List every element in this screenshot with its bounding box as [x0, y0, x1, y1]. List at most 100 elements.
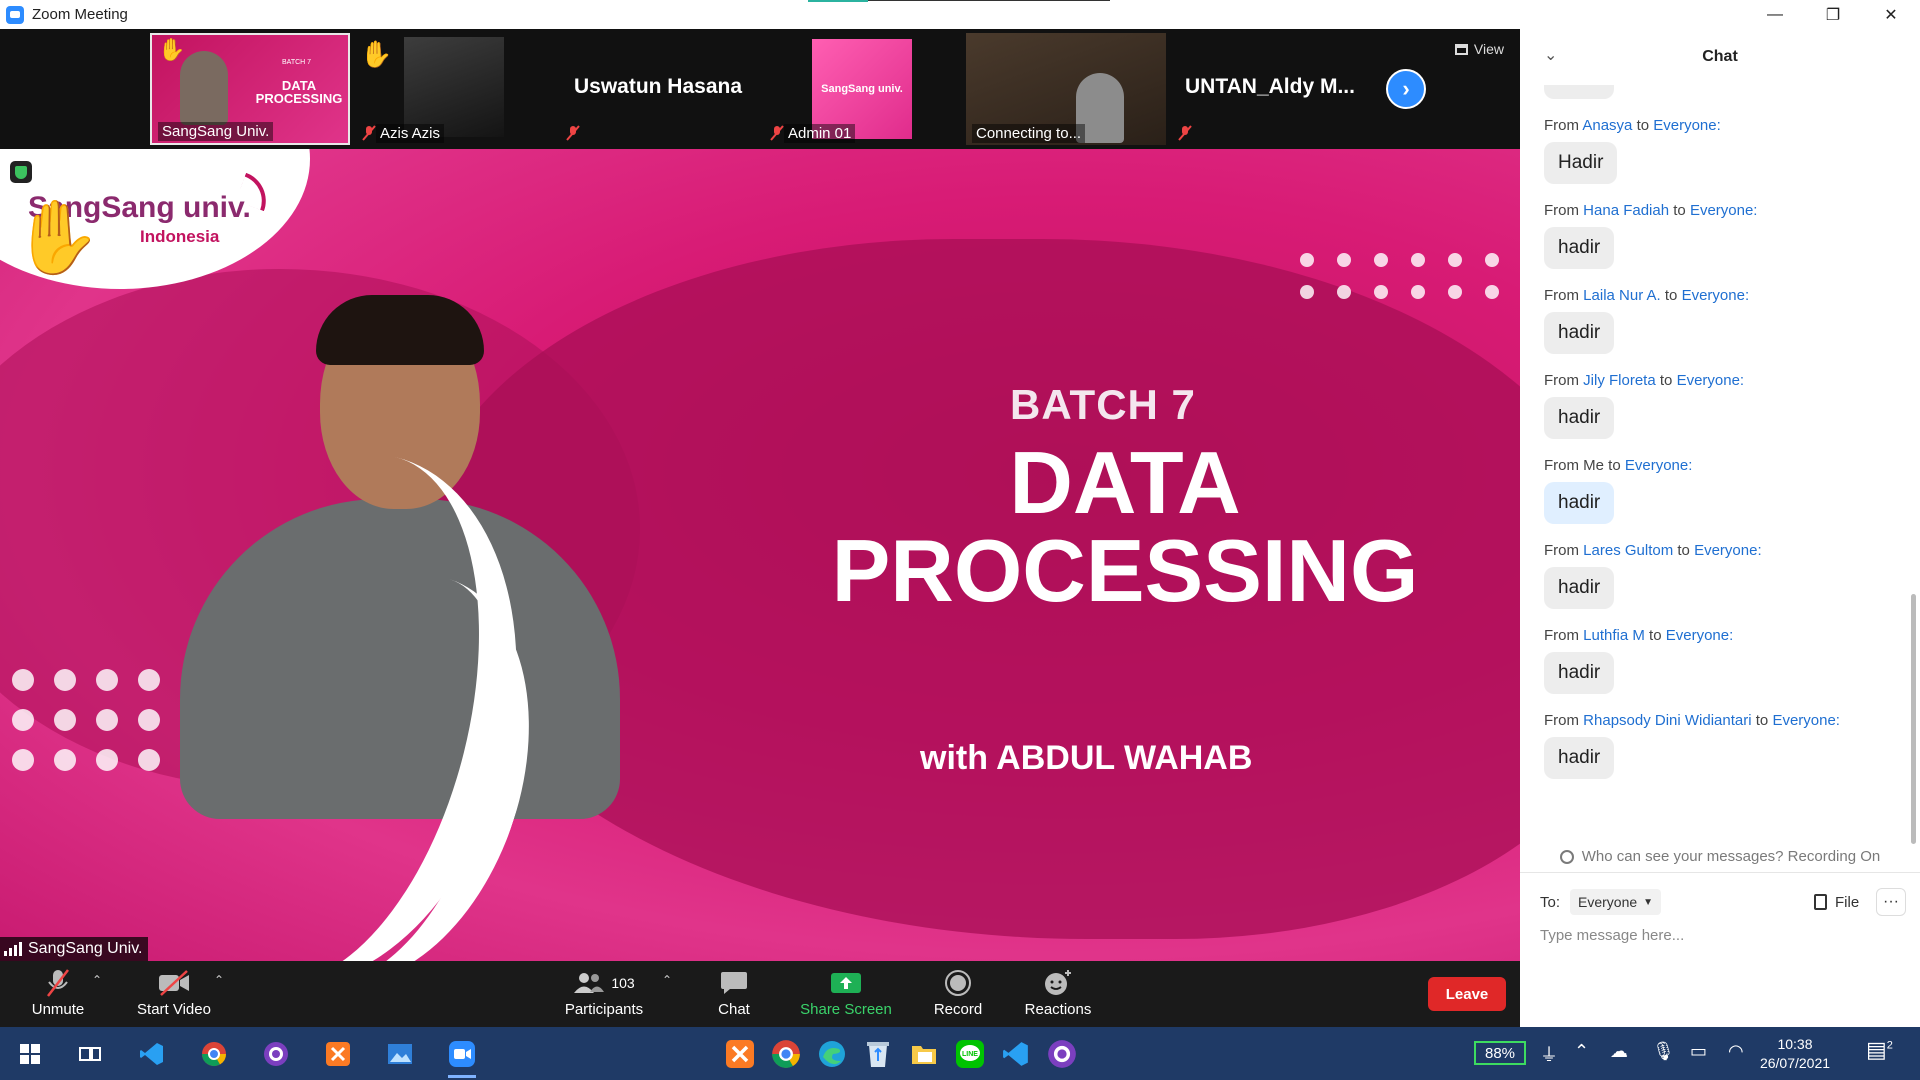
chat-scrollbar[interactable] — [1911, 594, 1916, 844]
zoom-window: Zoom Meeting — ❐ ✕ BATCH 7 DATA PROCESSI… — [0, 0, 1920, 1080]
participants-options-chevron-icon[interactable]: ⌃ — [662, 973, 672, 987]
chat-message-bubble[interactable]: hadir — [1544, 652, 1615, 694]
view-button[interactable]: View — [1454, 41, 1504, 57]
chat-message-bubble[interactable]: hadir — [1544, 482, 1615, 524]
chat-message-bubble[interactable]: hadir — [1544, 737, 1615, 779]
chat-to-word: to — [1659, 372, 1673, 389]
chat-message-bubble[interactable]: hadir — [1544, 312, 1615, 354]
participant-tile[interactable]: SangSang univ. Admin 01 — [762, 33, 962, 145]
share-screen-icon — [831, 973, 861, 993]
next-page-arrow-icon[interactable]: › — [1386, 69, 1426, 109]
chat-recipient-link[interactable]: Everyone: — [1690, 202, 1758, 219]
signal-strength-icon — [4, 942, 22, 956]
file-label: File — [1835, 893, 1860, 911]
restore-button[interactable]: ❐ — [1804, 0, 1862, 29]
chat-to-word: to — [1755, 712, 1769, 729]
windows-start-icon[interactable] — [10, 1034, 50, 1074]
chat-message-bubble[interactable]: hadir — [1544, 227, 1615, 269]
participant-tile[interactable]: ✋ Azis Azis — [354, 33, 554, 145]
chat-sender-link[interactable]: Lares Gultom — [1583, 542, 1673, 559]
mini-slide-batch: BATCH 7 — [282, 59, 312, 66]
start-video-button[interactable]: Start Video — [134, 967, 214, 1018]
chat-sender-link[interactable]: Anasya — [1582, 117, 1632, 134]
chat-sender-link[interactable]: Rhapsody Dini Widiantari — [1583, 712, 1751, 729]
chat-recipient-link[interactable]: Everyone: — [1666, 627, 1734, 644]
minimize-button[interactable]: — — [1746, 0, 1804, 29]
share-screen-button[interactable]: Share Screen — [800, 967, 892, 1018]
decor-dots — [1300, 253, 1503, 299]
record-icon — [945, 970, 971, 996]
github-pinned-icon[interactable] — [1042, 1034, 1082, 1074]
microphone-icon[interactable]: 🎙 — [1652, 1041, 1675, 1062]
participant-name: UNTAN_Aldy M... — [1185, 75, 1355, 98]
chat-from-prefix: From — [1544, 712, 1579, 729]
vscode-icon[interactable] — [132, 1034, 172, 1074]
mini-slide-title: DATA PROCESSING — [255, 78, 343, 106]
chat-sender-link[interactable]: Jily Floreta — [1583, 372, 1656, 389]
participant-tile[interactable]: Connecting to... — [966, 33, 1166, 145]
chat-recipient-link[interactable]: Everyone: — [1772, 712, 1840, 729]
chat-from-prefix: From — [1544, 117, 1579, 134]
chat-recipient-link[interactable]: Everyone: — [1682, 287, 1750, 304]
chrome-pinned-icon[interactable] — [766, 1034, 806, 1074]
person-icon — [1559, 849, 1574, 864]
vscode-pinned-icon[interactable] — [996, 1034, 1036, 1074]
chat-message-bubble[interactable]: hadir — [1544, 397, 1615, 439]
task-view-icon[interactable] — [70, 1034, 110, 1074]
close-button[interactable]: ✕ — [1862, 0, 1920, 29]
more-options-button[interactable]: ··· — [1876, 888, 1906, 916]
photos-icon[interactable] — [380, 1034, 420, 1074]
chat-message-bubble[interactable]: hadir — [1544, 567, 1615, 609]
file-explorer-icon[interactable] — [904, 1034, 944, 1074]
security-shield-icon[interactable] — [10, 161, 32, 183]
slide-headline-line2: PROCESSING — [831, 521, 1419, 620]
raised-hand-icon: ✋ — [158, 37, 186, 62]
chat-recipient-link[interactable]: Everyone: — [1677, 372, 1745, 389]
chat-header: ⌄ Chat — [1520, 29, 1920, 85]
participant-tile[interactable]: Uswatun Hasana — [558, 33, 758, 145]
record-button[interactable]: Record — [932, 967, 984, 1018]
battery-tray-icon[interactable]: ▭ — [1690, 1041, 1707, 1062]
edge-icon[interactable] — [812, 1034, 852, 1074]
participants-button[interactable]: 103 Participants — [562, 967, 646, 1018]
recipient-dropdown[interactable]: Everyone ▼ — [1570, 889, 1662, 915]
leave-button[interactable]: Leave — [1428, 977, 1506, 1011]
chat-message-input[interactable]: Type message here... — [1540, 927, 1684, 944]
notification-center-icon[interactable]: ▤2 — [1866, 1037, 1893, 1063]
unmute-button[interactable]: Unmute — [26, 967, 90, 1018]
recycle-bin-icon[interactable] — [858, 1034, 898, 1074]
clock[interactable]: 10:38 26/07/2021 — [1750, 1035, 1840, 1073]
chat-sender-link[interactable]: Laila Nur A. — [1583, 287, 1661, 304]
chat-message: From Me to Everyone: hadir — [1520, 457, 1912, 524]
audio-options-chevron-icon[interactable]: ⌃ — [92, 973, 102, 987]
onedrive-cloud-icon[interactable]: ☁ — [1610, 1041, 1628, 1062]
chrome-icon[interactable] — [194, 1034, 234, 1074]
chat-button[interactable]: Chat — [714, 967, 754, 1018]
wifi-icon[interactable]: ◠ — [1728, 1041, 1744, 1062]
chat-message-bubble[interactable]: Hadir — [1544, 142, 1618, 184]
chat-messages: From Anasya to Everyone: Hadir From Hana F… — [1520, 85, 1912, 845]
chat-recipient-link[interactable]: Everyone: — [1653, 117, 1721, 134]
participants-count: 103 — [611, 975, 635, 991]
line-icon[interactable]: LINE — [950, 1034, 990, 1074]
github-desktop-icon[interactable] — [256, 1034, 296, 1074]
participant-name: Uswatun Hasana — [573, 75, 743, 98]
chat-sender-link[interactable]: Luthfia M — [1583, 627, 1645, 644]
zoom-taskbar-icon[interactable] — [442, 1034, 482, 1078]
xampp-pinned-icon[interactable] — [720, 1034, 760, 1074]
chat-privacy-notice[interactable]: Who can see your messages? Recording On — [1520, 841, 1920, 873]
reactions-button[interactable]: Reactions — [1024, 967, 1092, 1018]
participant-tile[interactable]: UNTAN_Aldy M... — [1170, 33, 1370, 145]
chat-sender-link[interactable]: Hana Fadiah — [1583, 202, 1669, 219]
xampp-icon[interactable] — [318, 1034, 358, 1074]
battery-indicator[interactable]: 88% — [1474, 1041, 1526, 1065]
chat-recipient-link[interactable]: Everyone: — [1694, 542, 1762, 559]
chat-to-word: to — [1664, 287, 1678, 304]
collapse-chevron-icon[interactable]: ⌄ — [1544, 45, 1557, 65]
tray-chevron-up-icon[interactable]: ⌃ — [1574, 1041, 1589, 1062]
video-options-chevron-icon[interactable]: ⌃ — [214, 973, 224, 987]
chat-message: From Lares Gultom to Everyone: hadir — [1520, 542, 1912, 609]
participant-tile[interactable]: BATCH 7 DATA PROCESSING ✋ SangSang Univ. — [150, 33, 350, 145]
chat-recipient-link[interactable]: Everyone: — [1625, 457, 1693, 474]
file-button[interactable]: File — [1814, 894, 1859, 911]
